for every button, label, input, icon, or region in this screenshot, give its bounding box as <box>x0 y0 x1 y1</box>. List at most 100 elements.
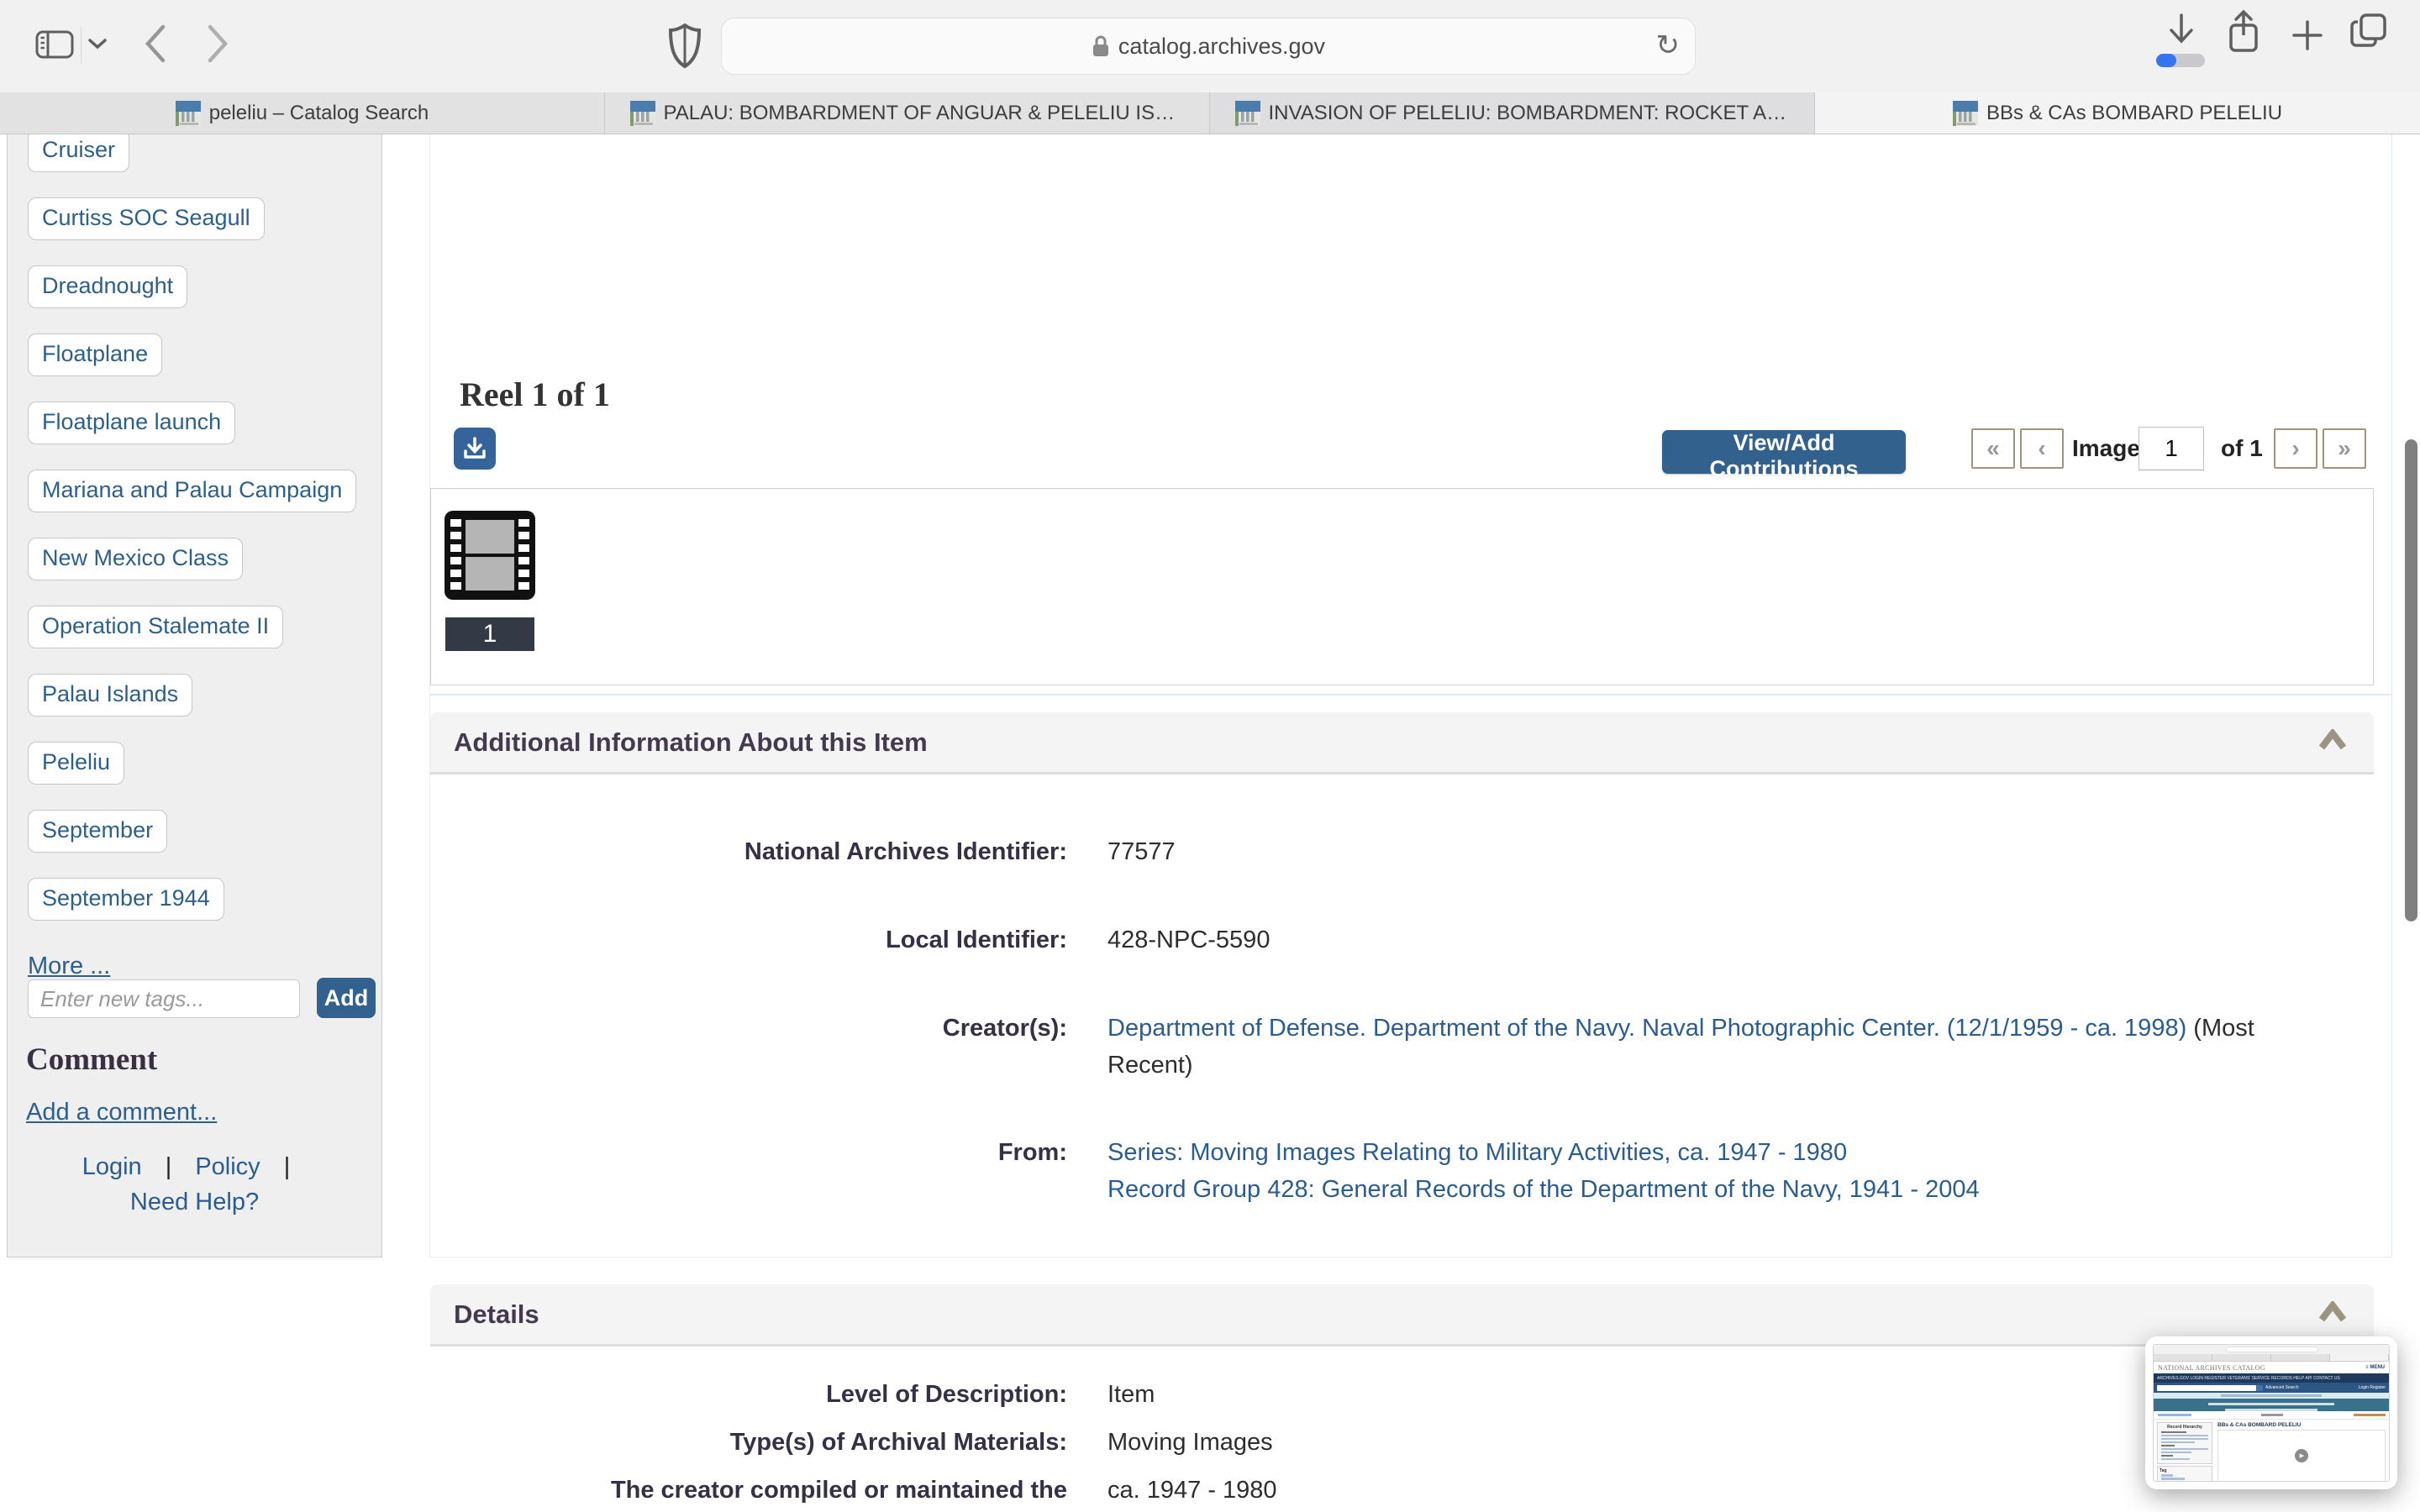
row-label: Creator(s): <box>942 1015 1067 1042</box>
login-link[interactable]: Login <box>82 1153 142 1180</box>
info-row: Creator(s): Department of Defense. Depar… <box>430 1010 2336 1084</box>
mini-results-row <box>2154 1411 2389 1420</box>
tag-pill[interactable]: September <box>28 810 168 853</box>
details-row: Type(s) of Archival Materials: Moving Im… <box>430 1424 2336 1461</box>
mini-hierarchy-label: Record Hierarchy <box>2167 1425 2202 1430</box>
new-tag-input[interactable] <box>28 979 300 1018</box>
tab-bar: peleliu – Catalog Search PALAU: BOMBARDM… <box>0 92 2420 134</box>
need-help-link[interactable]: Need Help? <box>130 1189 259 1215</box>
film-reel-thumbnail[interactable] <box>444 510 536 605</box>
tag-pill[interactable]: Curtiss SOC Seagull <box>28 197 265 240</box>
first-image-button[interactable]: « <box>1971 428 2015 469</box>
row-label: The creator compiled or maintained the <box>610 1477 1067 1504</box>
record-group-link[interactable]: Record Group 428: General Records of the… <box>1107 1171 2336 1208</box>
details-row: Level of Description: Item <box>430 1376 2336 1413</box>
address-bar[interactable]: catalog.archives.gov ↻ <box>721 18 1696 75</box>
archives-favicon <box>1234 100 1260 126</box>
mini-alert-strip <box>2154 1393 2389 1399</box>
mini-search-bar: Advanced Search Login Register <box>2154 1383 2389 1393</box>
row-value: 77577 <box>1107 838 1176 865</box>
tag-pill[interactable]: Floatplane launch <box>28 402 236 444</box>
mini-login-register: Login Register <box>2358 1385 2386 1390</box>
footer-separator: | <box>283 1153 291 1180</box>
creator-link[interactable]: Department of Defense. Department of the… <box>1107 1015 2186 1042</box>
collapse-chevron-icon[interactable] <box>2318 727 2347 755</box>
row-value: Department of Defense. Department of the… <box>1107 1010 2336 1084</box>
tag-pill[interactable]: Peleliu <box>28 742 125 785</box>
download-reel-button[interactable] <box>454 428 496 470</box>
row-label: Type(s) of Archival Materials: <box>729 1429 1067 1456</box>
image-label: Image <box>2072 435 2140 461</box>
scrollbar-thumb[interactable] <box>2405 439 2417 921</box>
tab-invasion-peleliu[interactable]: INVASION OF PELELIU: BOMBARDMENT: ROCKET… <box>1210 92 1815 134</box>
tag-pill[interactable]: Floatplane <box>28 333 163 376</box>
downloads-icon[interactable] <box>2165 12 2198 50</box>
browser-toolbar: catalog.archives.gov ↻ <box>0 0 2420 92</box>
more-tags-link[interactable]: More ... <box>28 953 110 980</box>
tag-pill[interactable]: New Mexico Class <box>28 538 244 580</box>
of-total-label: of 1 <box>2221 435 2263 461</box>
mini-advanced-search: Advanced Search <box>2265 1385 2299 1390</box>
reload-icon[interactable]: ↻ <box>1656 29 1681 62</box>
mini-record-hierarchy: Record Hierarchy Tag <box>2157 1422 2212 1481</box>
info-row: National Archives Identifier: 77577 <box>430 833 2336 870</box>
screenshot-preview-content: NATIONAL ARCHIVES CATALOG ≡ MENU ARCHIVE… <box>2153 1344 2390 1482</box>
additional-info-header[interactable]: Additional Information About this Item <box>430 712 2374 774</box>
image-number-input[interactable] <box>2139 427 2204 470</box>
view-add-contributions-button[interactable]: View/Add Contributions <box>1662 430 1906 481</box>
url-text: catalog.archives.gov <box>1118 33 1326 59</box>
last-image-button[interactable]: » <box>2323 428 2366 469</box>
share-icon[interactable] <box>2225 8 2262 55</box>
row-label: National Archives Identifier: <box>744 838 1067 865</box>
row-value: Series: Moving Images Relating to Milita… <box>1107 1134 2336 1208</box>
thumbnail-page-badge: 1 <box>445 617 534 651</box>
info-row: Local Identifier: 428-NPC-5590 <box>430 921 2336 958</box>
screenshot-preview-thumbnail[interactable]: NATIONAL ARCHIVES CATALOG ≡ MENU ARCHIVE… <box>2145 1336 2397 1489</box>
details-header[interactable]: Details <box>430 1284 2374 1347</box>
tab-bbs-cas-bombard-peleliu[interactable]: BBs & CAs BOMBARD PELELIU <box>1815 92 2420 134</box>
tab-palau-bombardment[interactable]: PALAU: BOMBARDMENT OF ANGUAR & PELELIU I… <box>605 92 1210 134</box>
details-row: The creator compiled or maintained the c… <box>430 1472 2336 1509</box>
collapse-chevron-icon[interactable] <box>2318 1299 2347 1327</box>
download-progress-bar <box>2156 54 2205 67</box>
tab-title: PALAU: BOMBARDMENT OF ANGUAR & PELELIU I… <box>663 101 1185 124</box>
tag-pill[interactable]: Cruiser <box>28 134 130 172</box>
back-button[interactable] <box>141 22 170 66</box>
mini-tab-strip <box>2154 1354 2389 1362</box>
tag-pill[interactable]: Operation Stalemate II <box>28 606 284 648</box>
mini-brand-text: NATIONAL ARCHIVES CATALOG <box>2158 1363 2265 1372</box>
row-label: Level of Description: <box>826 1381 1067 1408</box>
tag-pill[interactable]: September 1944 <box>28 878 224 921</box>
mini-menu-label: ≡ MENU <box>2365 1365 2385 1370</box>
tag-pill[interactable]: Palau Islands <box>28 674 193 717</box>
policy-link[interactable]: Policy <box>195 1153 260 1180</box>
tag-pill[interactable]: Mariana and Palau Campaign <box>28 470 357 512</box>
download-icon <box>464 437 486 459</box>
mini-nav-bar: ARCHIVES.GOV LOGIN REGISTER VETERANS' SE… <box>2154 1373 2389 1383</box>
mini-video-player: ▶ <box>2217 1430 2386 1481</box>
sidebar-toggle-icon[interactable] <box>35 30 74 59</box>
mini-play-icon: ▶ <box>2295 1449 2308 1462</box>
next-image-button[interactable]: › <box>2274 428 2317 469</box>
record-panel-border <box>429 134 2392 1257</box>
tab-overview-icon[interactable] <box>2349 12 2390 50</box>
mini-nav-links: ARCHIVES.GOV LOGIN REGISTER VETERANS' SE… <box>2157 1375 2340 1381</box>
tab-title: INVASION OF PELELIU: BOMBARDMENT: ROCKET… <box>1268 101 1790 124</box>
add-tag-button[interactable]: Add <box>317 978 376 1018</box>
forward-button[interactable] <box>203 22 232 66</box>
add-comment-link[interactable]: Add a comment... <box>26 1099 217 1126</box>
new-tab-icon[interactable] <box>2291 18 2324 52</box>
mini-beta-banner <box>2154 1399 2389 1411</box>
tag-pill[interactable]: Dreadnought <box>28 265 188 308</box>
series-link[interactable]: Series: Moving Images Relating to Milita… <box>1107 1134 2336 1171</box>
previous-image-button[interactable]: ‹ <box>2020 428 2064 469</box>
toolbar-divider <box>81 27 82 64</box>
row-label: Local Identifier: <box>886 927 1067 953</box>
privacy-shield-icon[interactable] <box>667 22 702 71</box>
tab-catalog-search[interactable]: peleliu – Catalog Search <box>0 92 605 134</box>
sidebar-chevron-down-icon[interactable] <box>87 37 108 50</box>
archives-favicon <box>1952 100 1978 126</box>
mini-page-title: BBs & CAs BOMBARD PELELIU <box>2217 1422 2302 1428</box>
footer-separator: | <box>165 1153 172 1180</box>
reel-heading: Reel 1 of 1 <box>460 375 610 413</box>
